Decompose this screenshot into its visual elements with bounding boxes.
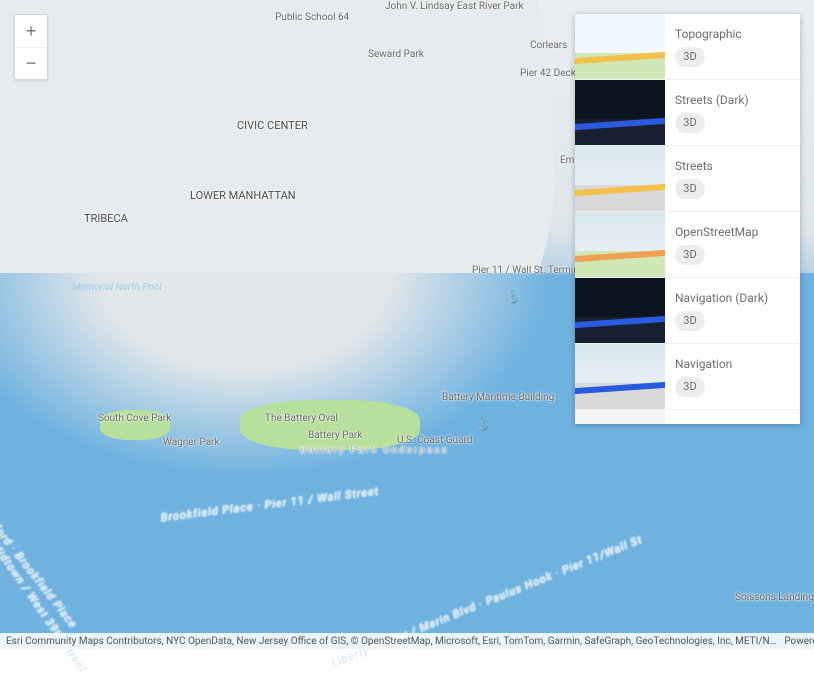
label-tribeca: TRIBECA — [84, 212, 128, 225]
label-battery-oval: The Battery Oval — [265, 413, 338, 424]
attribution-text: Esri Community Maps Contributors, NYC Op… — [6, 636, 776, 647]
basemap-title: Navigation — [675, 357, 790, 371]
zoom-out-button[interactable]: − — [15, 47, 47, 79]
battery-park-area — [240, 400, 420, 450]
label-pier42: Pier 42 Deck — [520, 68, 576, 79]
basemap-thumb — [575, 14, 665, 79]
basemap-item-streets-dark[interactable]: Streets (Dark) 3D — [575, 80, 800, 146]
basemap-meta: Streets (Dark) 3D — [665, 80, 800, 145]
badge-3d: 3D — [675, 377, 705, 397]
label-wagner: Wagner Park — [163, 437, 220, 448]
basemap-item-topographic[interactable]: Topographic 3D — [575, 14, 800, 80]
badge-3d: 3D — [675, 311, 705, 331]
basemap-meta: Navigation 3D — [665, 344, 800, 409]
basemap-thumb — [575, 212, 665, 277]
label-em: Em — [560, 155, 574, 166]
basemap-title: OpenStreetMap — [675, 225, 790, 239]
basemap-meta: Light Gray Canvas — [665, 410, 800, 424]
label-coast-guard: U.S. Coast Guard — [397, 435, 472, 446]
label-civic: CIVIC CENTER — [237, 120, 308, 132]
attribution-bar: Esri Community Maps Contributors, NYC Op… — [0, 633, 814, 649]
anchor-icon: ⚓ — [505, 290, 520, 304]
basemap-item-nav-dark[interactable]: Navigation (Dark) 3D — [575, 278, 800, 344]
basemap-meta: Navigation (Dark) 3D — [665, 278, 800, 343]
badge-3d: 3D — [675, 245, 705, 265]
basemap-title: Streets — [675, 159, 790, 173]
zoom-control: + − — [14, 14, 48, 80]
basemap-meta: Topographic 3D — [665, 14, 800, 79]
basemap-title: Topographic — [675, 27, 790, 41]
label-pier11: Pier 11 / Wall St. Terminal — [472, 265, 587, 276]
basemap-meta: Streets 3D — [665, 146, 800, 211]
label-battery-park: Battery Park — [308, 430, 362, 441]
basemap-title: Navigation (Dark) — [675, 291, 790, 305]
basemap-item-streets[interactable]: Streets 3D — [575, 146, 800, 212]
label-bp-underpass: Battery Park Underpass — [300, 445, 449, 456]
label-memorial: Memorial North Pool — [72, 282, 162, 293]
label-ps64: Public School 64 — [275, 12, 349, 23]
zoom-in-button[interactable]: + — [15, 15, 47, 47]
basemap-item-osm[interactable]: OpenStreetMap 3D — [575, 212, 800, 278]
basemap-item-light-gray[interactable]: Light Gray Canvas — [575, 410, 800, 424]
powered-by[interactable]: Powered by Esri — [784, 636, 814, 647]
label-lower-manhattan: LOWER MANHATTAN — [190, 190, 296, 202]
basemap-gallery[interactable]: Topographic3DStreets (Dark)3DStreets3DOp… — [575, 14, 800, 424]
basemap-thumb — [575, 146, 665, 211]
basemap-title: Streets (Dark) — [675, 93, 790, 107]
badge-3d: 3D — [675, 47, 705, 67]
basemap-thumb — [575, 344, 665, 409]
basemap-meta: OpenStreetMap 3D — [665, 212, 800, 277]
label-seward: Seward Park — [368, 49, 424, 60]
basemap-thumb — [575, 278, 665, 343]
label-south-cove: South Cove Park — [98, 413, 171, 424]
badge-3d: 3D — [675, 179, 705, 199]
label-corlears: Corlears — [530, 40, 567, 51]
label-jvl: John V. Lindsay East River Park — [385, 2, 524, 13]
basemap-thumb — [575, 410, 665, 424]
label-bmb: Battery Maritime Building — [442, 392, 554, 403]
badge-3d: 3D — [675, 113, 705, 133]
basemap-thumb — [575, 80, 665, 145]
anchor-icon: ⚓ — [475, 417, 490, 431]
label-soissons: Soissons Landing — [735, 592, 814, 603]
basemap-item-nav[interactable]: Navigation 3D — [575, 344, 800, 410]
